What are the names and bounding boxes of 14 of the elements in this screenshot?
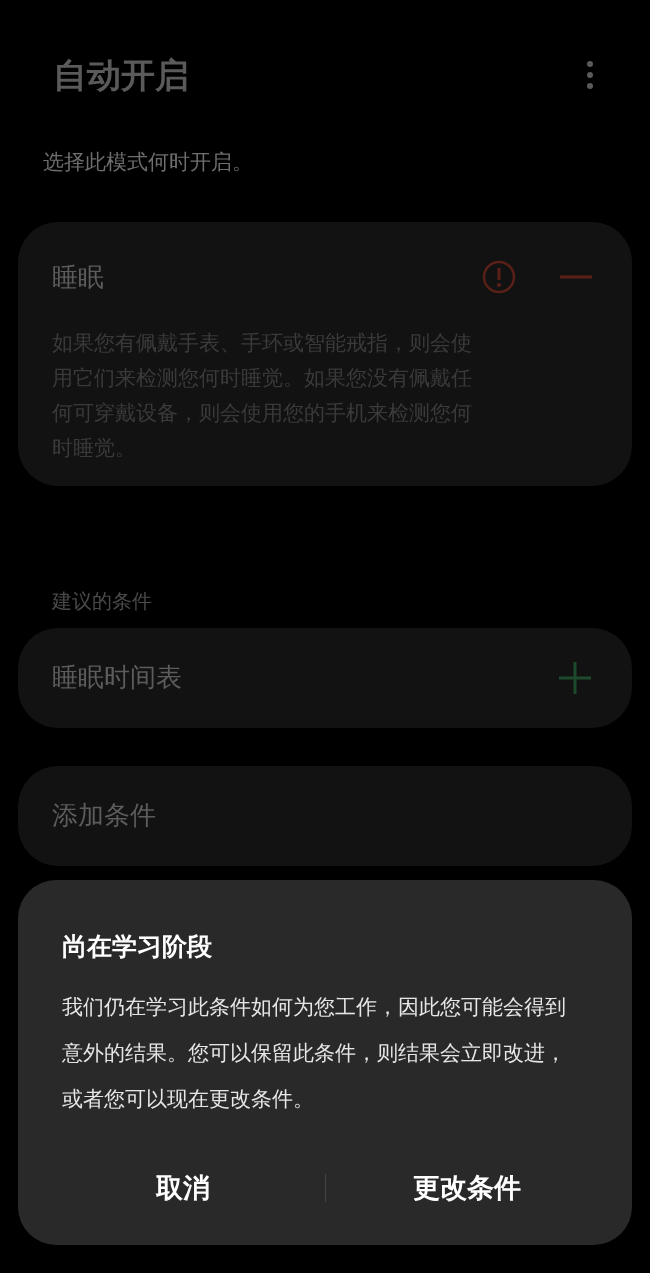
page-title: 自动开启 bbox=[53, 54, 189, 96]
add-icon[interactable] bbox=[558, 660, 592, 695]
condition-title: 睡眠 bbox=[52, 260, 104, 294]
remove-icon[interactable] bbox=[560, 275, 592, 279]
more-options-icon[interactable] bbox=[586, 60, 594, 90]
dialog-button[interactable]: 更改条件 bbox=[325, 1157, 608, 1218]
condition-label: 睡眠时间表 bbox=[52, 661, 182, 694]
subtitle: 选择此模式何时开启。 bbox=[43, 150, 253, 173]
add-condition-label: 添加条件 bbox=[52, 799, 156, 832]
warning-icon[interactable] bbox=[482, 260, 516, 294]
dialog-button[interactable]: 取消 bbox=[42, 1157, 325, 1218]
dialog-title: 尚在学习阶段 bbox=[62, 931, 213, 962]
dialog-message: 我们仍在学习此条件如何为您工作，因此您可能会得到意外的结果。您可以保留此条件，则结果会立即改进，或者您可以现在更改条件。 bbox=[62, 993, 567, 1112]
section-heading: 建议的条件 bbox=[52, 589, 152, 612]
